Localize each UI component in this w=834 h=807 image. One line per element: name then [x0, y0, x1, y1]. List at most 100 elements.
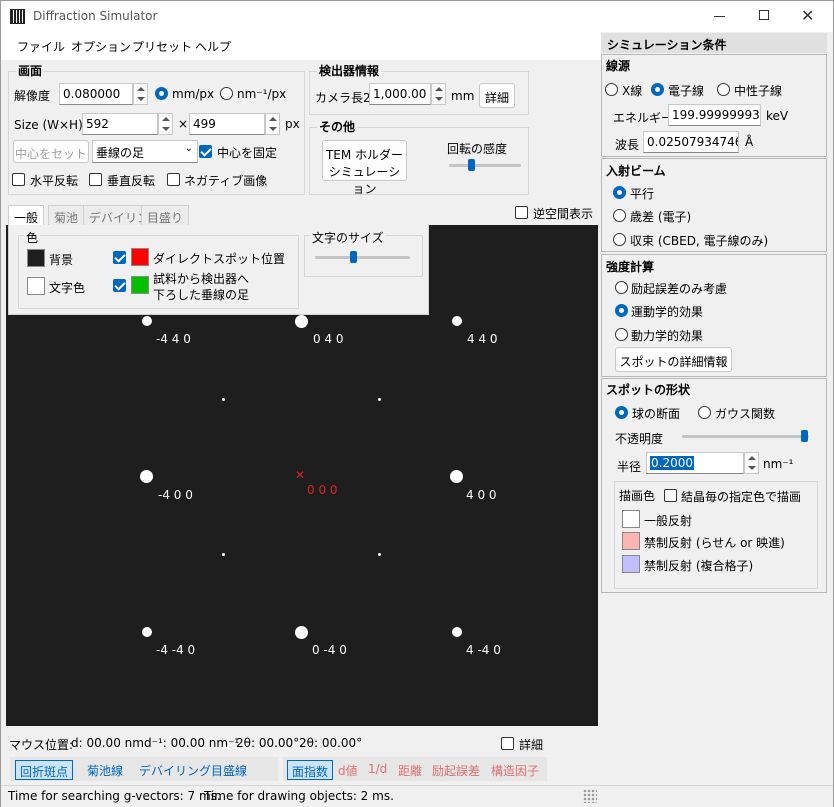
general-label: 一般反射	[644, 514, 693, 528]
font-size-slider-track[interactable]	[315, 256, 410, 259]
width-spinner[interactable]	[158, 113, 173, 135]
spot-label: -4 0 0	[158, 488, 193, 502]
negative-checkbox[interactable]	[167, 173, 180, 186]
toggle-spots[interactable]: 回折斑点	[15, 760, 74, 780]
mouse-position-label: マウス位置:	[9, 738, 74, 752]
mouse-detail-checkbox[interactable]	[501, 737, 514, 750]
forbidden-complex-color-swatch[interactable]	[622, 555, 640, 573]
energy-input[interactable]: 199.99999993	[668, 104, 761, 126]
simulation-title: シミュレーション条件	[607, 38, 727, 52]
tab-scale[interactable]: 目盛り	[141, 205, 190, 227]
opacity-slider-thumb[interactable]	[801, 430, 808, 442]
background-color-swatch[interactable]	[27, 249, 45, 267]
wavelength-label: 波長	[615, 138, 640, 152]
resize-grip-icon[interactable]	[583, 789, 597, 803]
wavelength-input[interactable]: 0.02507934746	[643, 131, 739, 153]
forbidden-screw-color-swatch[interactable]	[622, 532, 640, 550]
tab-kikuchi[interactable]: 菊池	[48, 205, 85, 227]
spot-label: 0 -4 0	[312, 643, 347, 657]
menu-bar: ファイル オプション プリセット ヘルプ	[1, 32, 601, 60]
font-size-slider-thumb[interactable]	[350, 251, 357, 263]
radius-spinner[interactable]	[744, 452, 759, 474]
reciprocal-label: 逆空間表示	[533, 207, 594, 221]
parallel-radio[interactable]	[613, 186, 626, 199]
background-color-label: 背景	[49, 253, 74, 267]
unit-nm-radio[interactable]	[220, 87, 233, 100]
xray-radio[interactable]	[605, 83, 618, 96]
text-color-swatch[interactable]	[27, 277, 45, 295]
height-input[interactable]: 499	[189, 113, 265, 135]
size-label: Size (W×H)	[14, 118, 83, 132]
precession-radio[interactable]	[613, 209, 626, 222]
foot-checkbox[interactable]	[113, 279, 126, 292]
direct-spot-color-swatch[interactable]	[131, 248, 149, 266]
toggle-kikuchi[interactable]: 菊池線	[83, 760, 127, 780]
resolution-label: 解像度	[14, 89, 51, 103]
width-input[interactable]: 592	[82, 113, 158, 135]
minimize-icon[interactable]	[714, 16, 725, 17]
mouse-detail-label: 詳細	[519, 738, 544, 752]
menu-help[interactable]: ヘルプ	[195, 38, 231, 55]
menu-preset[interactable]: プリセット	[132, 38, 192, 55]
opacity-slider-track[interactable]	[682, 435, 809, 438]
kinematic-radio[interactable]	[615, 304, 628, 317]
toggle-scale[interactable]: 目盛線	[207, 760, 251, 780]
detector-group-title: 検出器情報	[317, 62, 382, 79]
opacity-label: 不透明度	[615, 432, 664, 446]
tem-holder-button[interactable]: TEM ホルダー シミュレーション	[322, 140, 407, 196]
spot-label: -4 4 0	[156, 332, 191, 346]
toggle-indices[interactable]: 面指数	[287, 760, 334, 780]
reciprocal-checkbox[interactable]	[515, 206, 528, 219]
fix-center-checkbox[interactable]	[199, 145, 212, 158]
flip-h-checkbox[interactable]	[12, 173, 25, 186]
unit-mm-label: mm/px	[172, 87, 215, 101]
toggle-debye[interactable]: デバイリング	[135, 760, 215, 780]
height-spinner[interactable]	[265, 113, 280, 135]
dynamic-label: 動力学的効果	[631, 329, 704, 343]
text-color-label: 文字色	[49, 281, 86, 295]
resolution-spinner[interactable]	[133, 83, 148, 105]
weak-spot	[378, 398, 381, 401]
toggle-excitation[interactable]: 励起誤差	[428, 760, 484, 780]
close-icon[interactable]: ✕	[801, 6, 814, 25]
convergent-radio[interactable]	[613, 233, 626, 246]
foot-select[interactable]: 垂線の足 ⌄	[92, 140, 198, 163]
color-group-title: 色	[24, 229, 41, 246]
camera-length-input[interactable]: 1,000.00	[369, 83, 431, 105]
detector-detail-button[interactable]: 詳細	[479, 83, 515, 108]
maximize-icon[interactable]	[759, 10, 769, 20]
rotation-slider-track[interactable]	[449, 164, 521, 167]
toggle-structure[interactable]: 構造因子	[487, 760, 543, 780]
toggle-distance[interactable]: 距離	[394, 760, 426, 780]
menu-file[interactable]: ファイル	[17, 38, 65, 55]
sphere-radio[interactable]	[615, 406, 628, 419]
neutron-radio[interactable]	[717, 83, 730, 96]
origin-spot-label: 0 0 0	[307, 483, 338, 497]
set-center-button[interactable]: 中心をセット	[13, 140, 89, 163]
foot-color-swatch[interactable]	[131, 276, 149, 294]
xray-label: X線	[622, 84, 643, 98]
menu-option[interactable]: オプション	[71, 38, 131, 55]
electron-radio[interactable]	[651, 83, 664, 96]
spot-detail-button[interactable]: スポットの詳細情報	[615, 347, 732, 372]
draw-color-title: 描画色	[619, 489, 656, 503]
kinematic-label: 運動学的効果	[631, 305, 704, 319]
per-crystal-checkbox[interactable]	[664, 489, 677, 502]
gauss-radio[interactable]	[698, 406, 711, 419]
rotation-slider-thumb[interactable]	[468, 159, 475, 171]
electron-label: 電子線	[668, 84, 705, 98]
resolution-input[interactable]: 0.080000	[59, 83, 133, 105]
unit-mm-radio[interactable]	[155, 87, 168, 100]
toggle-dvalue[interactable]: d値	[334, 760, 362, 780]
toggle-inv-d[interactable]: 1/d	[364, 760, 391, 780]
direct-spot-checkbox[interactable]	[113, 251, 126, 264]
general-color-swatch[interactable]	[622, 510, 640, 528]
radius-input[interactable]: 0.2000	[646, 452, 744, 474]
camera-length-spinner[interactable]	[431, 83, 446, 105]
rotation-sensitivity-label: 回転の感度	[447, 142, 508, 156]
excitation-only-radio[interactable]	[615, 281, 628, 294]
flip-v-checkbox[interactable]	[89, 173, 102, 186]
convergent-label: 収束 (CBED, 電子線のみ)	[630, 234, 769, 248]
tab-general[interactable]: 一般	[8, 205, 45, 227]
dynamic-radio[interactable]	[615, 328, 628, 341]
